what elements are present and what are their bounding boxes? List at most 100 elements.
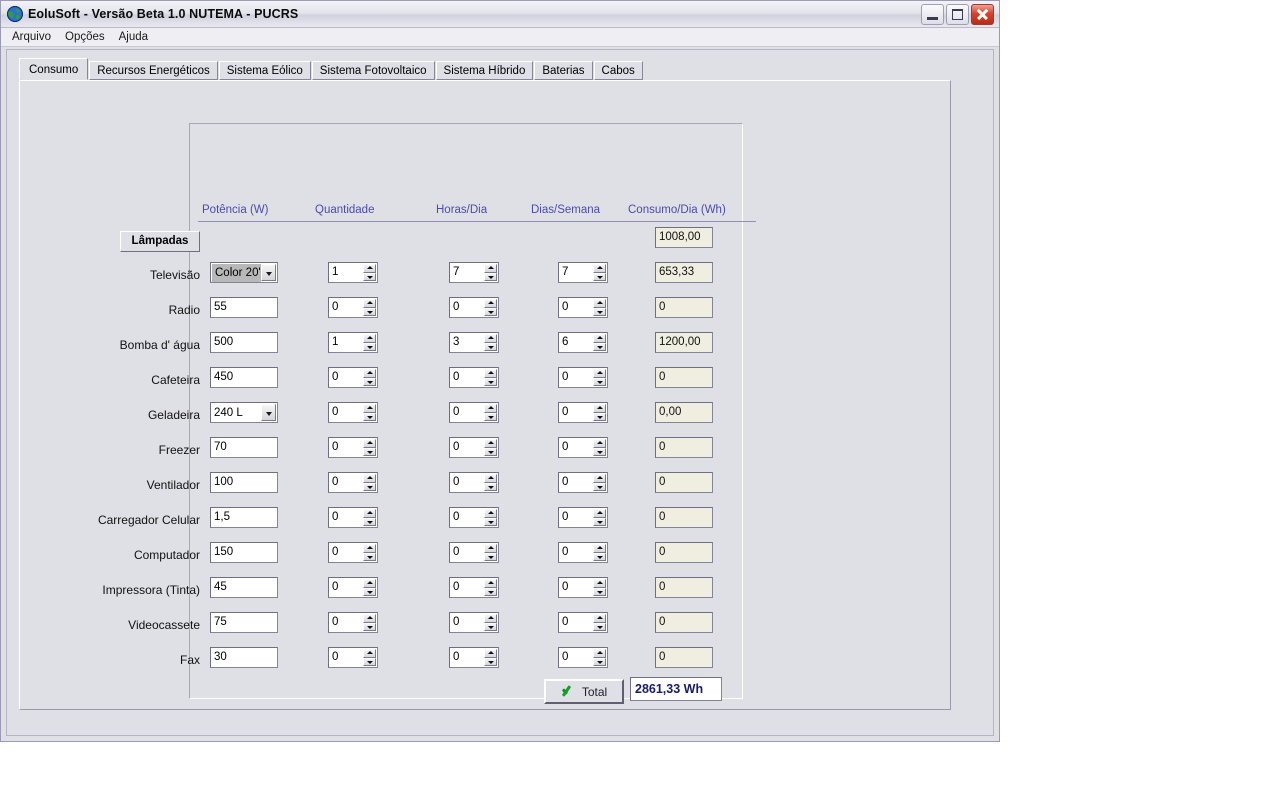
- dias-semana-stepper-radio-increment[interactable]: [593, 299, 606, 308]
- quantidade-stepper-televisao-increment[interactable]: [363, 264, 376, 273]
- quantidade-stepper-fax-decrement[interactable]: [363, 657, 376, 666]
- dias-semana-stepper-fax[interactable]: 0: [558, 647, 608, 668]
- potencia-input-cafeteira[interactable]: 450: [210, 367, 278, 388]
- dias-semana-stepper-freezer[interactable]: 0: [558, 437, 608, 458]
- horas-dia-stepper-ventilador-increment[interactable]: [484, 474, 497, 483]
- quantidade-stepper-radio[interactable]: 0: [328, 297, 378, 318]
- potencia-combo-televisao[interactable]: Color 20": [210, 262, 278, 283]
- dias-semana-stepper-geladeira-increment[interactable]: [593, 404, 606, 413]
- horas-dia-stepper-fax-decrement[interactable]: [484, 657, 497, 666]
- tab-sistema-hibrido[interactable]: Sistema Híbrido: [435, 61, 534, 80]
- horas-dia-stepper-carregador-celular[interactable]: 0: [449, 507, 499, 528]
- dias-semana-stepper-cafeteira[interactable]: 0: [558, 367, 608, 388]
- dias-semana-stepper-freezer-increment[interactable]: [593, 439, 606, 448]
- dias-semana-stepper-televisao-increment[interactable]: [593, 264, 606, 273]
- horas-dia-stepper-radio-increment[interactable]: [484, 299, 497, 308]
- horas-dia-stepper-cafeteira-increment[interactable]: [484, 369, 497, 378]
- potencia-input-carregador-celular[interactable]: 1,5: [210, 507, 278, 528]
- horas-dia-stepper-bomba-d-agua-decrement[interactable]: [484, 342, 497, 351]
- quantidade-stepper-freezer-increment[interactable]: [363, 439, 376, 448]
- dias-semana-stepper-videocassete[interactable]: 0: [558, 612, 608, 633]
- tab-sistema-fotovoltaico[interactable]: Sistema Fotovoltaico: [311, 61, 435, 80]
- chevron-down-icon[interactable]: [261, 264, 276, 281]
- lampadas-button[interactable]: Lâmpadas: [120, 231, 200, 252]
- quantidade-stepper-bomba-d-agua-increment[interactable]: [363, 334, 376, 343]
- horas-dia-stepper-computador[interactable]: 0: [449, 542, 499, 563]
- quantidade-stepper-computador[interactable]: 0: [328, 542, 378, 563]
- tab-sistema-eolico[interactable]: Sistema Eólico: [218, 61, 311, 80]
- horas-dia-stepper-radio[interactable]: 0: [449, 297, 499, 318]
- horas-dia-stepper-impressora-tinta-decrement[interactable]: [484, 587, 497, 596]
- quantidade-stepper-geladeira-increment[interactable]: [363, 404, 376, 413]
- tab-consumo[interactable]: Consumo: [19, 58, 89, 80]
- potencia-input-freezer[interactable]: 70: [210, 437, 278, 458]
- chevron-down-icon[interactable]: [261, 404, 276, 421]
- quantidade-stepper-cafeteira[interactable]: 0: [328, 367, 378, 388]
- potencia-input-computador[interactable]: 150: [210, 542, 278, 563]
- quantidade-stepper-televisao[interactable]: 1: [328, 262, 378, 283]
- potencia-input-impressora-tinta[interactable]: 45: [210, 577, 278, 598]
- quantidade-stepper-ventilador[interactable]: 0: [328, 472, 378, 493]
- dias-semana-stepper-geladeira-decrement[interactable]: [593, 412, 606, 421]
- dias-semana-stepper-carregador-celular-increment[interactable]: [593, 509, 606, 518]
- dias-semana-stepper-radio[interactable]: 0: [558, 297, 608, 318]
- dias-semana-stepper-carregador-celular[interactable]: 0: [558, 507, 608, 528]
- dias-semana-stepper-fax-increment[interactable]: [593, 649, 606, 658]
- potencia-input-videocassete[interactable]: 75: [210, 612, 278, 633]
- dias-semana-stepper-cafeteira-increment[interactable]: [593, 369, 606, 378]
- quantidade-stepper-impressora-tinta-increment[interactable]: [363, 579, 376, 588]
- horas-dia-stepper-freezer-decrement[interactable]: [484, 447, 497, 456]
- dias-semana-stepper-ventilador-decrement[interactable]: [593, 482, 606, 491]
- quantidade-stepper-videocassete[interactable]: 0: [328, 612, 378, 633]
- potencia-input-radio[interactable]: 55: [210, 297, 278, 318]
- quantidade-stepper-videocassete-decrement[interactable]: [363, 622, 376, 631]
- horas-dia-stepper-bomba-d-agua-increment[interactable]: [484, 334, 497, 343]
- quantidade-stepper-carregador-celular-decrement[interactable]: [363, 517, 376, 526]
- horas-dia-stepper-televisao-increment[interactable]: [484, 264, 497, 273]
- horas-dia-stepper-impressora-tinta[interactable]: 0: [449, 577, 499, 598]
- menu-item-arquivo[interactable]: Arquivo: [5, 30, 58, 44]
- quantidade-stepper-bomba-d-agua-decrement[interactable]: [363, 342, 376, 351]
- quantidade-stepper-fax-increment[interactable]: [363, 649, 376, 658]
- potencia-input-fax[interactable]: 30: [210, 647, 278, 668]
- dias-semana-stepper-videocassete-decrement[interactable]: [593, 622, 606, 631]
- potencia-combo-geladeira[interactable]: 240 L: [210, 402, 278, 423]
- horas-dia-stepper-computador-decrement[interactable]: [484, 552, 497, 561]
- quantidade-stepper-freezer[interactable]: 0: [328, 437, 378, 458]
- horas-dia-stepper-radio-decrement[interactable]: [484, 307, 497, 316]
- horas-dia-stepper-bomba-d-agua[interactable]: 3: [449, 332, 499, 353]
- tab-cabos[interactable]: Cabos: [593, 61, 643, 80]
- tab-baterias[interactable]: Baterias: [534, 61, 593, 80]
- quantidade-stepper-geladeira[interactable]: 0: [328, 402, 378, 423]
- quantidade-stepper-impressora-tinta[interactable]: 0: [328, 577, 378, 598]
- horas-dia-stepper-cafeteira[interactable]: 0: [449, 367, 499, 388]
- maximize-button[interactable]: [946, 3, 969, 25]
- dias-semana-stepper-televisao-decrement[interactable]: [593, 272, 606, 281]
- dias-semana-stepper-cafeteira-decrement[interactable]: [593, 377, 606, 386]
- horas-dia-stepper-televisao[interactable]: 7: [449, 262, 499, 283]
- horas-dia-stepper-cafeteira-decrement[interactable]: [484, 377, 497, 386]
- quantidade-stepper-geladeira-decrement[interactable]: [363, 412, 376, 421]
- horas-dia-stepper-geladeira-increment[interactable]: [484, 404, 497, 413]
- horas-dia-stepper-ventilador-decrement[interactable]: [484, 482, 497, 491]
- quantidade-stepper-videocassete-increment[interactable]: [363, 614, 376, 623]
- dias-semana-stepper-televisao[interactable]: 7: [558, 262, 608, 283]
- quantidade-stepper-ventilador-increment[interactable]: [363, 474, 376, 483]
- dias-semana-stepper-computador-increment[interactable]: [593, 544, 606, 553]
- menu-item-opcoes[interactable]: Opções: [58, 30, 112, 44]
- horas-dia-stepper-fax-increment[interactable]: [484, 649, 497, 658]
- dias-semana-stepper-impressora-tinta[interactable]: 0: [558, 577, 608, 598]
- horas-dia-stepper-impressora-tinta-increment[interactable]: [484, 579, 497, 588]
- total-button[interactable]: Total: [544, 679, 624, 704]
- quantidade-stepper-freezer-decrement[interactable]: [363, 447, 376, 456]
- quantidade-stepper-radio-increment[interactable]: [363, 299, 376, 308]
- quantidade-stepper-bomba-d-agua[interactable]: 1: [328, 332, 378, 353]
- horas-dia-stepper-freezer-increment[interactable]: [484, 439, 497, 448]
- dias-semana-stepper-carregador-celular-decrement[interactable]: [593, 517, 606, 526]
- quantidade-stepper-carregador-celular-increment[interactable]: [363, 509, 376, 518]
- dias-semana-stepper-bomba-d-agua-increment[interactable]: [593, 334, 606, 343]
- dias-semana-stepper-computador-decrement[interactable]: [593, 552, 606, 561]
- horas-dia-stepper-ventilador[interactable]: 0: [449, 472, 499, 493]
- quantidade-stepper-impressora-tinta-decrement[interactable]: [363, 587, 376, 596]
- quantidade-stepper-cafeteira-decrement[interactable]: [363, 377, 376, 386]
